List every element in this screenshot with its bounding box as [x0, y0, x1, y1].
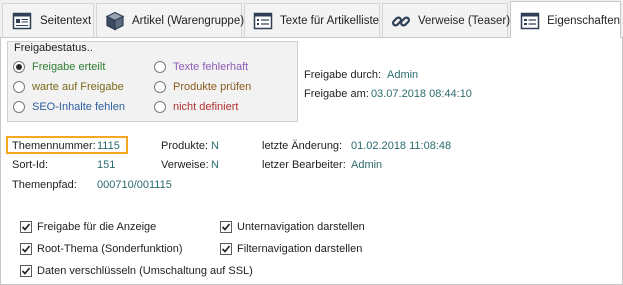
checkbox-daten-verschluesseln[interactable]: Daten verschlüsseln (Umschaltung auf SSL…	[20, 265, 253, 277]
radio-nicht-definiert[interactable]: nicht definiert	[154, 101, 238, 113]
produkte-value: N	[211, 140, 219, 152]
radio-seo-inhalte-fehlen[interactable]: SEO-Inhalte fehlen	[13, 101, 125, 113]
letzter-bearbeiter-label: letzer Bearbeiter:	[262, 159, 346, 171]
tab-label: Texte für Artikelliste	[280, 14, 380, 27]
checkmark-icon	[221, 223, 231, 231]
radio-warte-auf-freigabe[interactable]: warte auf Freigabe	[13, 81, 124, 93]
link-chain-icon	[391, 10, 411, 32]
sortid-value: 151	[97, 159, 116, 171]
checkmark-icon	[221, 245, 231, 253]
radio-button[interactable]	[154, 101, 166, 113]
freigabe-durch-value: Admin	[387, 69, 419, 81]
checkbox-box[interactable]	[220, 243, 232, 255]
freigabe-durch-label: Freigabe durch:	[304, 69, 382, 81]
radio-label: SEO-Inhalte fehlen	[32, 101, 125, 113]
tab-verweise[interactable]: Verweise (Teaser)	[382, 3, 511, 37]
freigabe-am-value: 03.07.2018 08:44:10	[371, 88, 472, 100]
radio-label: warte auf Freigabe	[32, 81, 124, 93]
letzter-bearbeiter-value: Admin	[351, 159, 383, 171]
radio-button[interactable]	[154, 81, 166, 93]
radio-label: Produkte prüfen	[173, 81, 252, 93]
checkbox-freigabe-anzeige[interactable]: Freigabe für die Anzeige	[20, 221, 156, 233]
verweise-label: Verweise:	[161, 159, 209, 171]
produkte-label: Produkte:	[161, 140, 209, 152]
themennummer-value: 1115	[97, 140, 120, 152]
radio-texte-fehlerhaft[interactable]: Texte fehlerhaft	[154, 61, 248, 73]
checkbox-box[interactable]	[220, 221, 232, 233]
radio-selected-dot	[16, 64, 22, 70]
checkbox-label: Unternavigation darstellen	[237, 221, 365, 233]
checkbox-box[interactable]	[20, 265, 32, 277]
radio-freigabe-erteilt[interactable]: Freigabe erteilt	[13, 61, 105, 73]
checkbox-label: Filternavigation darstellen	[237, 243, 363, 255]
cube-icon	[105, 10, 125, 32]
group-title: Freigabestatus..	[14, 42, 93, 54]
checkbox-box[interactable]	[20, 243, 32, 255]
radio-button[interactable]	[154, 61, 166, 73]
tab-label: Eigenschaften	[547, 14, 620, 27]
tab-label: Artikel (Warengruppe)	[132, 14, 245, 27]
themennummer-label: Themennummer:	[12, 140, 96, 152]
page-text-icon	[11, 10, 33, 32]
freigabe-am-label: Freigabe am:	[304, 88, 369, 100]
tab-texte-artikelliste[interactable]: Texte für Artikelliste	[244, 3, 380, 37]
radio-label: Texte fehlerhaft	[173, 61, 249, 73]
checkbox-label: Daten verschlüsseln (Umschaltung auf SSL…	[37, 265, 253, 277]
radio-produkte-pruefen[interactable]: Produkte prüfen	[154, 81, 251, 93]
themenpfad-value: 000710/001115	[97, 179, 172, 191]
checkbox-box[interactable]	[20, 221, 32, 233]
properties-icon	[519, 10, 540, 32]
tab-eigenschaften[interactable]: Eigenschaften	[510, 1, 621, 39]
tab-artikel[interactable]: Artikel (Warengruppe)	[96, 3, 245, 37]
checkbox-label: Freigabe für die Anzeige	[37, 221, 157, 233]
checkmark-icon	[21, 223, 31, 231]
radio-button[interactable]	[13, 61, 25, 73]
list-text-icon	[253, 10, 273, 32]
tab-label: Verweise (Teaser)	[418, 14, 511, 27]
checkmark-icon	[21, 245, 31, 253]
freigabe-status-group: Freigabestatus.. Freigabe erteilt warte …	[7, 41, 298, 122]
radio-button[interactable]	[13, 101, 25, 113]
sortid-label: Sort-Id:	[12, 159, 49, 171]
checkbox-label: Root-Thema (Sonderfunktion)	[37, 243, 183, 255]
tab-label: Seitentext	[40, 14, 92, 27]
tab-seitentext[interactable]: Seitentext	[2, 3, 94, 37]
themenpfad-label: Themenpfad:	[12, 179, 77, 191]
radio-button[interactable]	[13, 81, 25, 93]
radio-label: Freigabe erteilt	[32, 61, 106, 73]
checkmark-icon	[21, 267, 31, 275]
letzte-aenderung-value: 01.02.2018 11:08:48	[351, 140, 452, 152]
verweise-value: N	[211, 159, 219, 171]
checkbox-filternavigation[interactable]: Filternavigation darstellen	[220, 243, 362, 255]
radio-label: nicht definiert	[173, 101, 239, 113]
checkbox-unternavigation[interactable]: Unternavigation darstellen	[220, 221, 365, 233]
checkbox-root-thema[interactable]: Root-Thema (Sonderfunktion)	[20, 243, 183, 255]
tab-bar: Seitentext Artikel (Warengruppe) Texte f…	[0, 0, 623, 39]
letzte-aenderung-label: letzte Änderung:	[262, 140, 343, 152]
